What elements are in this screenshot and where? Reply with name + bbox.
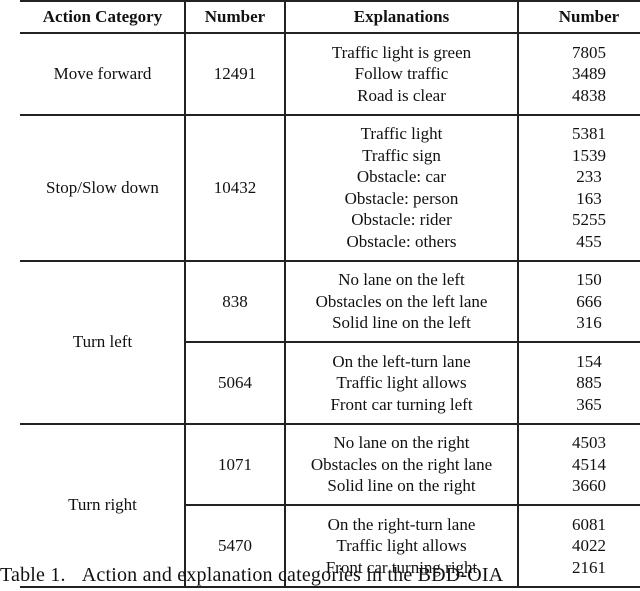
explanation-count: 154 — [576, 351, 602, 371]
explanation-item: On the left-turn lane — [332, 351, 471, 371]
explanation-count: 150 — [576, 270, 602, 289]
explanation-item: Obstacle: others — [346, 231, 457, 251]
subgroup-number: 12491 — [213, 64, 257, 83]
subgroup-number: 5064 — [218, 373, 252, 392]
explanation-count: 3489 — [572, 64, 606, 83]
explanation-count: 4514 — [572, 454, 606, 474]
explanation-item: On the right-turn lane — [327, 514, 476, 534]
explanation-item: Traffic sign — [362, 145, 441, 165]
explanation-item: Traffic light allows — [336, 373, 467, 392]
explanation-item: Follow traffic — [354, 64, 449, 83]
action-category: Move forward — [53, 64, 152, 83]
explanation-list: Traffic light Traffic sign Obstacle: car Ob… — [285, 115, 518, 261]
subgroup-number: 10432 — [213, 177, 257, 197]
explanation-item: Obstacle: person — [344, 188, 459, 208]
explanation-count: 4022 — [572, 536, 606, 555]
column-divider — [184, 0, 186, 587]
action-explanation-table: Action Category Number Explanations Number 1… — [20, 0, 640, 588]
explanation-item: No lane on the right — [333, 433, 470, 452]
header-explanations: Explanations — [353, 6, 450, 26]
explanation-item: Obstacles on the left lane — [315, 291, 488, 311]
caption-label: Table 1. — [0, 564, 66, 586]
column-divider — [284, 0, 286, 587]
explanation-item: No lane on the left — [338, 270, 465, 289]
explanation-count-list: 7805 3489 4838 — [518, 33, 640, 115]
header-number: Number — [204, 6, 266, 26]
explanation-item: Obstacle: car — [356, 167, 447, 186]
explanation-count: 233 — [576, 167, 602, 186]
explanation-count-list: 4503 4514 3660 — [518, 424, 640, 506]
explanation-list: On the left-turn lane Traffic light allow… — [285, 342, 518, 424]
explanation-count: 5255 — [572, 210, 606, 229]
table-caption: Table 1. Action and explanation categorie… — [0, 564, 640, 587]
action-category: Turn left — [72, 332, 133, 352]
caption-text: Action and explanation categories in the… — [81, 564, 504, 586]
explanation-count: 1539 — [572, 145, 606, 165]
explanation-count-list: 5381 1539 233 163 5255 455 — [518, 115, 640, 261]
column-divider — [517, 0, 519, 587]
explanation-count: 365 — [576, 394, 602, 414]
header-explanation-number: Number — [558, 6, 620, 26]
header-action-category: Action Category — [42, 6, 163, 26]
explanation-count: 455 — [576, 231, 602, 251]
explanation-item: Traffic light is green — [331, 42, 472, 62]
explanation-item: Solid line on the right — [327, 476, 476, 495]
explanation-item: Front car turning left — [330, 394, 473, 414]
explanation-count: 4838 — [572, 85, 606, 105]
explanation-item: Traffic light allows — [336, 536, 467, 555]
explanation-count: 885 — [576, 373, 602, 392]
explanation-count: 5381 — [572, 124, 606, 143]
explanation-count: 6081 — [572, 514, 606, 534]
action-category: Turn right — [68, 495, 137, 515]
explanation-count: 7805 — [572, 42, 606, 62]
subgroup-number: 838 — [222, 291, 248, 311]
explanation-list: Traffic light is green Follow traffic Road… — [285, 33, 518, 115]
explanation-count: 4503 — [572, 433, 606, 452]
explanation-count: 3660 — [572, 476, 606, 495]
explanation-count: 666 — [576, 291, 602, 311]
explanation-count-list: 150 666 316 — [518, 261, 640, 343]
explanation-item: Road is clear — [357, 85, 446, 105]
subgroup-number: 1071 — [218, 454, 252, 474]
explanation-count: 316 — [576, 313, 602, 332]
explanation-list: No lane on the left Obstacles on the left… — [285, 261, 518, 343]
explanation-item: Obstacle: rider — [351, 210, 452, 229]
explanation-count: 163 — [576, 188, 602, 208]
explanation-count-list: 154 885 365 — [518, 342, 640, 424]
explanation-item: Solid line on the left — [332, 313, 471, 332]
explanation-list: No lane on the right Obstacles on the rig… — [285, 424, 518, 506]
action-category: Stop/Slow down — [46, 177, 159, 197]
explanation-item: Obstacles on the right lane — [310, 454, 493, 474]
explanation-item: Traffic light — [360, 124, 443, 143]
